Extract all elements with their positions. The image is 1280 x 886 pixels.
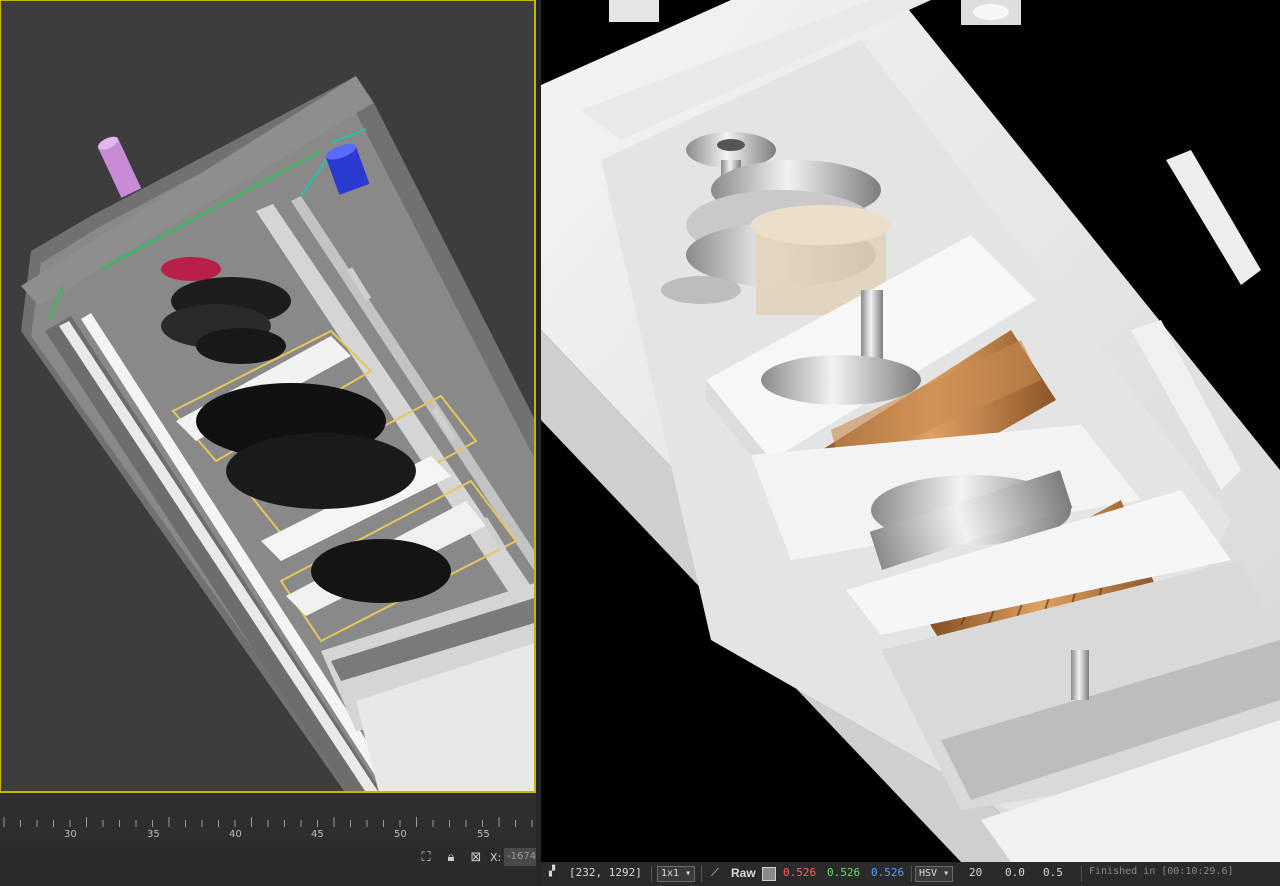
timeline-ruler[interactable]: 30 35 40 45 50 55 <box>0 792 536 843</box>
pick-pixel-icon[interactable]: ▞ <box>549 866 555 877</box>
divider <box>701 866 702 882</box>
x-coordinate-field[interactable]: -1674 <box>504 848 536 866</box>
green-value: 0.526 <box>827 866 861 879</box>
isolate-icon[interactable]: ⊠ <box>468 850 484 866</box>
timeline-tick-label: 50 <box>394 829 407 840</box>
saturation-value: 0.0 <box>1005 866 1025 879</box>
timeline-tick-label: 30 <box>64 829 77 840</box>
channel-mode-label: Raw <box>731 866 756 880</box>
color-model-select[interactable]: HSV ▾ <box>915 866 954 882</box>
zoom-extents-icon[interactable]: ⛶ <box>418 850 434 866</box>
rendered-image <box>541 0 1280 862</box>
hue-value: 20 <box>969 866 983 879</box>
zoom-select-value: 1x1 <box>661 868 680 879</box>
pixel-coordinates: [232, 1292] <box>569 866 642 879</box>
divider <box>1081 866 1082 882</box>
value-value: 0.5 <box>1043 866 1063 879</box>
divider <box>911 866 912 882</box>
timeline-tick-label: 35 <box>147 829 160 840</box>
render-frame[interactable] <box>541 0 1280 862</box>
timeline-tick-label: 40 <box>229 829 242 840</box>
timeline-ticks <box>3 817 533 827</box>
x-coordinate-label: X: <box>490 851 502 864</box>
curve-icon[interactable]: ⟋ <box>711 866 719 880</box>
red-value: 0.526 <box>783 866 817 879</box>
render-status-bar: ▞ [232, 1292] 1x1 ▾ ⟋ Raw 0.526 0.526 0.… <box>541 862 1280 886</box>
color-swatch[interactable] <box>762 867 776 881</box>
divider <box>651 866 652 882</box>
zoom-select[interactable]: 1x1 ▾ <box>657 866 696 882</box>
timeline-tick-label: 55 <box>477 829 490 840</box>
viewport-status-bar: ⛶ 🔒︎ ⊠ X: -1674 <box>0 842 536 886</box>
color-model-value: HSV <box>919 868 938 879</box>
lock-icon[interactable]: 🔒︎ <box>443 850 459 866</box>
wireframe-model <box>21 76 534 791</box>
blue-value: 0.526 <box>871 866 905 879</box>
timeline-tick-label: 45 <box>311 829 324 840</box>
render-time-label: Finished in [00:10:29.6] <box>1089 866 1234 877</box>
wireframe-viewport[interactable] <box>0 0 536 792</box>
